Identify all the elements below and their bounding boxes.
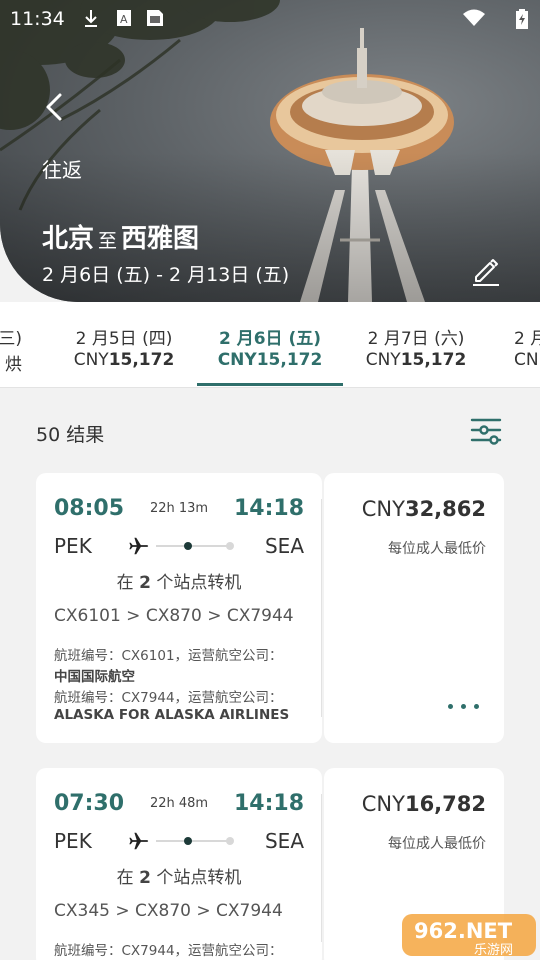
route-progress (156, 837, 234, 845)
origin-city: 北京 (42, 224, 95, 254)
edit-pencil-icon[interactable] (470, 255, 502, 287)
hero-header: 11:34 A 往返 北京至西雅图 2 月6日 (五) - 2 月13日 (五) (0, 0, 540, 302)
stops-info: 在 2 个站点转机 (116, 868, 242, 888)
flight-card-details[interactable]: 07:30 22h 48m 14:18 PEK SEA 在 2 个站点转机 CX… (36, 768, 322, 960)
destination-city: 西雅图 (121, 224, 200, 254)
date-tab-date: 2 月 (514, 329, 540, 349)
date-tab-feb6[interactable]: 2 月6日 (五) CNY15,172 (197, 302, 343, 387)
date-tab-price: CNY15,172 (73, 350, 175, 370)
trip-type-label: 往返 (42, 158, 82, 182)
battery-icon (516, 9, 528, 29)
date-tab-date: 2 月7日 (六) (367, 329, 465, 349)
price-amount: CNY32,862 (361, 497, 486, 521)
flight-numbers: CX345 > CX870 > CX7944 (54, 901, 283, 921)
date-tab-price: CNY15,172 (365, 350, 467, 370)
results-count: 50 结果 (36, 424, 105, 446)
trip-dates: 2 月6日 (五) - 2 月13日 (五) (42, 264, 290, 286)
operator-name: 中国国际航空 (54, 669, 135, 685)
date-tab-date: 2 月6日 (五) (218, 329, 322, 349)
svg-text:A: A (120, 13, 128, 26)
flight-numbers: CX6101 > CX870 > CX7944 (54, 606, 294, 626)
status-time: 11:34 (10, 8, 65, 30)
sim-card-icon (147, 10, 163, 26)
date-tab-feb5[interactable]: 2 月5日 (四) CNY15,172 (51, 302, 197, 387)
route-title: 北京至西雅图 (42, 218, 199, 255)
date-tab-feb7[interactable]: 2 月7日 (六) CNY15,172 (343, 302, 489, 387)
operator-name: ALASKA FOR ALASKA AIRLINES (54, 707, 290, 723)
date-selector: 三) 烘 2 月5日 (四) CNY15,172 2 月6日 (五) CNY15… (0, 302, 540, 388)
airplane-icon (129, 832, 149, 850)
flight-card-details[interactable]: 08:05 22h 13m 14:18 PEK SEA 在 2 个站点转机 CX… (36, 473, 322, 743)
date-tab-date: 2 月5日 (四) (75, 329, 173, 349)
svg-text:乐游网: 乐游网 (474, 943, 513, 958)
notification-a-icon: A (117, 10, 131, 26)
route-separator: 至 (98, 230, 118, 252)
operator-info-line: 航班编号：CX6101，运营航空公司： (54, 648, 283, 664)
date-tab-next[interactable]: 2 月 CN (514, 302, 540, 387)
origin-airport: PEK (54, 829, 92, 853)
destination-airport: SEA (264, 534, 304, 558)
origin-airport: PEK (54, 534, 92, 558)
selected-date-indicator (197, 383, 343, 386)
price-note: 每位成人最低价 (388, 836, 486, 852)
site-watermark-logo: 962.NET 乐游网 (402, 914, 536, 958)
arrival-time: 14:18 (233, 791, 304, 816)
filter-sliders-icon[interactable] (468, 412, 504, 448)
date-tab-price: CN (514, 350, 539, 370)
date-tab-prev[interactable]: 三) 烘 (0, 302, 22, 387)
stops-info: 在 2 个站点转机 (116, 573, 242, 593)
wifi-icon (463, 9, 485, 26)
svg-text:962.NET: 962.NET (414, 919, 513, 943)
airplane-icon (129, 537, 149, 555)
more-options-icon[interactable] (448, 701, 484, 713)
arrival-time: 14:18 (233, 496, 304, 521)
flight-card-price[interactable]: CNY32,862 每位成人最低价 (324, 473, 504, 743)
destination-airport: SEA (264, 829, 304, 853)
status-bar: 11:34 A (0, 0, 540, 38)
back-arrow-icon[interactable] (38, 90, 72, 124)
price-note: 每位成人最低价 (388, 541, 486, 557)
download-icon (85, 10, 97, 27)
operator-info-line: 航班编号：CX7944，运营航空公司： (54, 943, 283, 959)
route-progress (156, 542, 234, 550)
operator-info-line: 航班编号：CX7944，运营航空公司： (54, 690, 283, 706)
date-tab-price: CNY15,172 (217, 350, 323, 370)
date-tab-date: 三) (0, 329, 22, 349)
price-amount: CNY16,782 (361, 792, 486, 816)
date-tab-price: 烘 (5, 355, 22, 375)
